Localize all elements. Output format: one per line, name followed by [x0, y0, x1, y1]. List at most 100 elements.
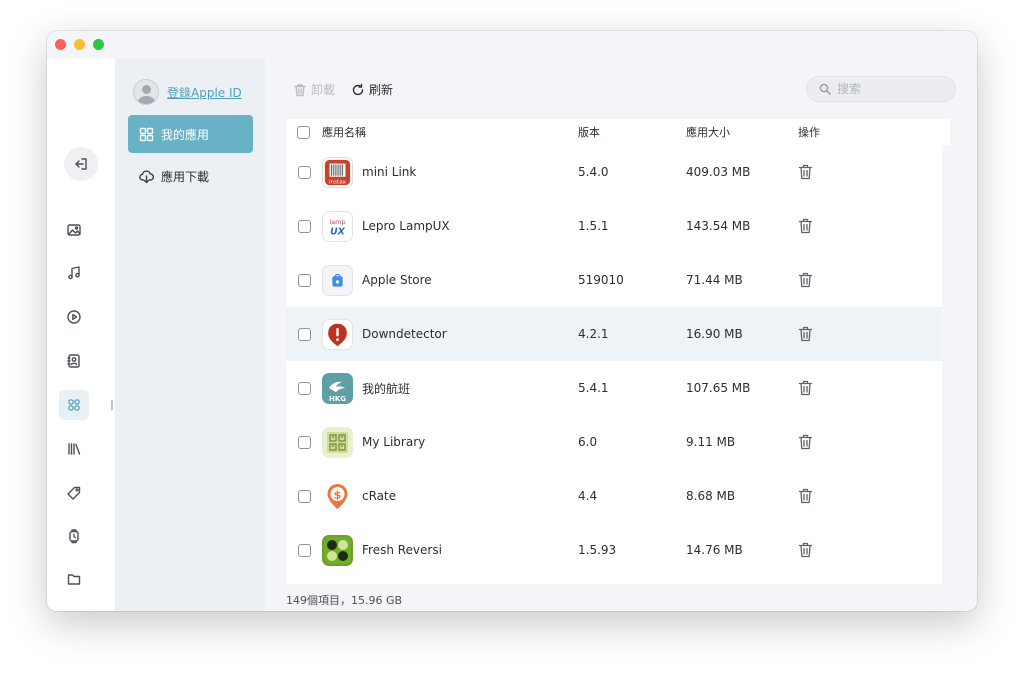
rail-item-watch[interactable]	[59, 521, 89, 551]
delete-app-button[interactable]	[798, 488, 813, 504]
rail-active-marker	[111, 400, 113, 410]
select-all-checkbox[interactable]	[297, 126, 310, 139]
search-input[interactable]	[837, 82, 947, 96]
app-name: Apple Store	[362, 273, 432, 287]
instax-icon: instax	[322, 156, 353, 188]
cloud-download-icon	[139, 169, 154, 183]
uninstall-button[interactable]: 卸載	[293, 81, 335, 98]
app-version: 519010	[578, 273, 624, 287]
table-row[interactable]: Apple Store 519010 71.44 MB	[286, 253, 942, 307]
refresh-button[interactable]: 刷新	[351, 81, 393, 98]
footer-summary: 149個項目，15.96 GB	[286, 594, 403, 607]
close-window-button[interactable]	[55, 39, 66, 50]
app-name: My Library	[362, 435, 426, 449]
table-row[interactable]: Fresh Reversi 1.5.93 14.76 MB	[286, 523, 942, 577]
refresh-label: 刷新	[369, 83, 394, 97]
table-row[interactable]: $ cRate 4.4 8.68 MB	[286, 469, 942, 523]
rail-item-music[interactable]	[59, 258, 89, 288]
rail-item-video[interactable]	[59, 302, 89, 332]
svg-text:$: $	[334, 488, 342, 501]
trash-icon	[798, 326, 813, 342]
column-header-version[interactable]: 版本	[578, 124, 600, 140]
nav-app-download[interactable]: 應用下載	[128, 157, 253, 195]
nav-my-apps-label: 我的應用	[161, 127, 210, 142]
app-size: 143.54 MB	[686, 219, 751, 233]
library-icon	[322, 426, 353, 458]
app-version: 1.5.1	[578, 219, 609, 233]
app-name-cell: lamp UX Lepro LampUX	[322, 210, 450, 242]
rail-item-books[interactable]	[59, 434, 89, 464]
account-section[interactable]: 登錄Apple ID	[133, 79, 242, 105]
delete-app-button[interactable]	[798, 164, 813, 180]
crate-icon: $	[322, 480, 353, 512]
back-button[interactable]	[64, 147, 98, 181]
trash-icon	[798, 218, 813, 234]
row-checkbox[interactable]	[298, 543, 311, 557]
app-name: Downdetector	[362, 327, 447, 341]
app-table: 應用名稱 版本 應用大小 操作 instax mini Link 5.4.0 4…	[286, 119, 950, 584]
table-row[interactable]: Downdetector 4.2.1 16.90 MB	[286, 307, 942, 361]
zoom-window-button[interactable]	[93, 39, 104, 50]
category-rail	[47, 59, 115, 611]
minimize-window-button[interactable]	[74, 39, 85, 50]
row-checkbox[interactable]	[298, 327, 311, 341]
app-version: 6.0	[578, 435, 598, 449]
main-content: 卸載 刷新 應用名稱 版本 應用大小 操作	[265, 59, 977, 611]
trash-icon	[294, 83, 306, 96]
hkg-icon-text: HKG	[329, 395, 346, 403]
photo-icon	[67, 224, 81, 236]
app-name-cell: $ cRate	[322, 480, 396, 512]
traffic-lights	[55, 39, 104, 50]
row-checkbox[interactable]	[298, 219, 311, 233]
rail-item-tags[interactable]	[59, 478, 89, 508]
rail-item-apps[interactable]	[59, 390, 89, 420]
row-checkbox[interactable]	[298, 489, 311, 503]
app-name-cell: HKG 我的航班	[322, 372, 411, 404]
row-checkbox[interactable]	[298, 381, 311, 395]
rail-item-photos[interactable]	[59, 215, 89, 245]
table-row[interactable]: HKG 我的航班 5.4.1 107.65 MB	[286, 361, 942, 415]
search-box[interactable]	[806, 76, 956, 102]
table-row[interactable]: My Library 6.0 9.11 MB	[286, 415, 942, 469]
delete-app-button[interactable]	[798, 380, 813, 396]
delete-app-button[interactable]	[798, 434, 813, 450]
app-name: 我的航班	[362, 381, 411, 396]
app-version: 5.4.1	[578, 381, 609, 395]
trash-icon	[798, 164, 813, 180]
reversi-icon	[322, 534, 353, 566]
delete-app-button[interactable]	[798, 218, 813, 234]
table-row[interactable]: instax mini Link 5.4.0 409.03 MB	[286, 145, 942, 199]
row-checkbox[interactable]	[298, 165, 311, 179]
column-header-size[interactable]: 應用大小	[686, 124, 730, 140]
uninstall-label: 卸載	[311, 83, 336, 97]
app-version: 4.4	[578, 489, 598, 503]
app-size: 409.03 MB	[686, 165, 751, 179]
delete-app-button[interactable]	[798, 272, 813, 288]
delete-app-button[interactable]	[798, 326, 813, 342]
table-row[interactable]: lamp UX Lepro LampUX 1.5.1 143.54 MB	[286, 199, 942, 253]
avatar	[133, 79, 159, 105]
toolbar: 卸載 刷新	[293, 81, 393, 98]
rail-item-files[interactable]	[59, 564, 89, 594]
app-name-cell: Fresh Reversi	[322, 534, 442, 566]
app-size: 16.90 MB	[686, 327, 743, 341]
nav-my-apps[interactable]: 我的應用	[128, 115, 253, 153]
app-version: 5.4.0	[578, 165, 609, 179]
login-apple-id-link[interactable]: 登錄Apple ID	[167, 84, 242, 101]
app-name-cell: instax mini Link	[322, 156, 416, 188]
trash-icon	[798, 542, 813, 558]
app-size: 107.65 MB	[686, 381, 751, 395]
delete-app-button[interactable]	[798, 542, 813, 558]
rail-item-contacts[interactable]	[59, 346, 89, 376]
row-checkbox[interactable]	[298, 435, 311, 449]
table-scrollbar[interactable]	[942, 145, 950, 584]
app-name: Fresh Reversi	[362, 543, 442, 557]
apps-grid-icon	[139, 127, 154, 141]
app-size: 71.44 MB	[686, 273, 743, 287]
app-name-cell: My Library	[322, 426, 426, 458]
row-checkbox[interactable]	[298, 273, 311, 287]
instax-icon-text: instax	[329, 179, 347, 185]
column-header-name[interactable]: 應用名稱	[322, 124, 366, 140]
column-header-actions: 操作	[798, 126, 820, 139]
app-version: 1.5.93	[578, 543, 617, 557]
